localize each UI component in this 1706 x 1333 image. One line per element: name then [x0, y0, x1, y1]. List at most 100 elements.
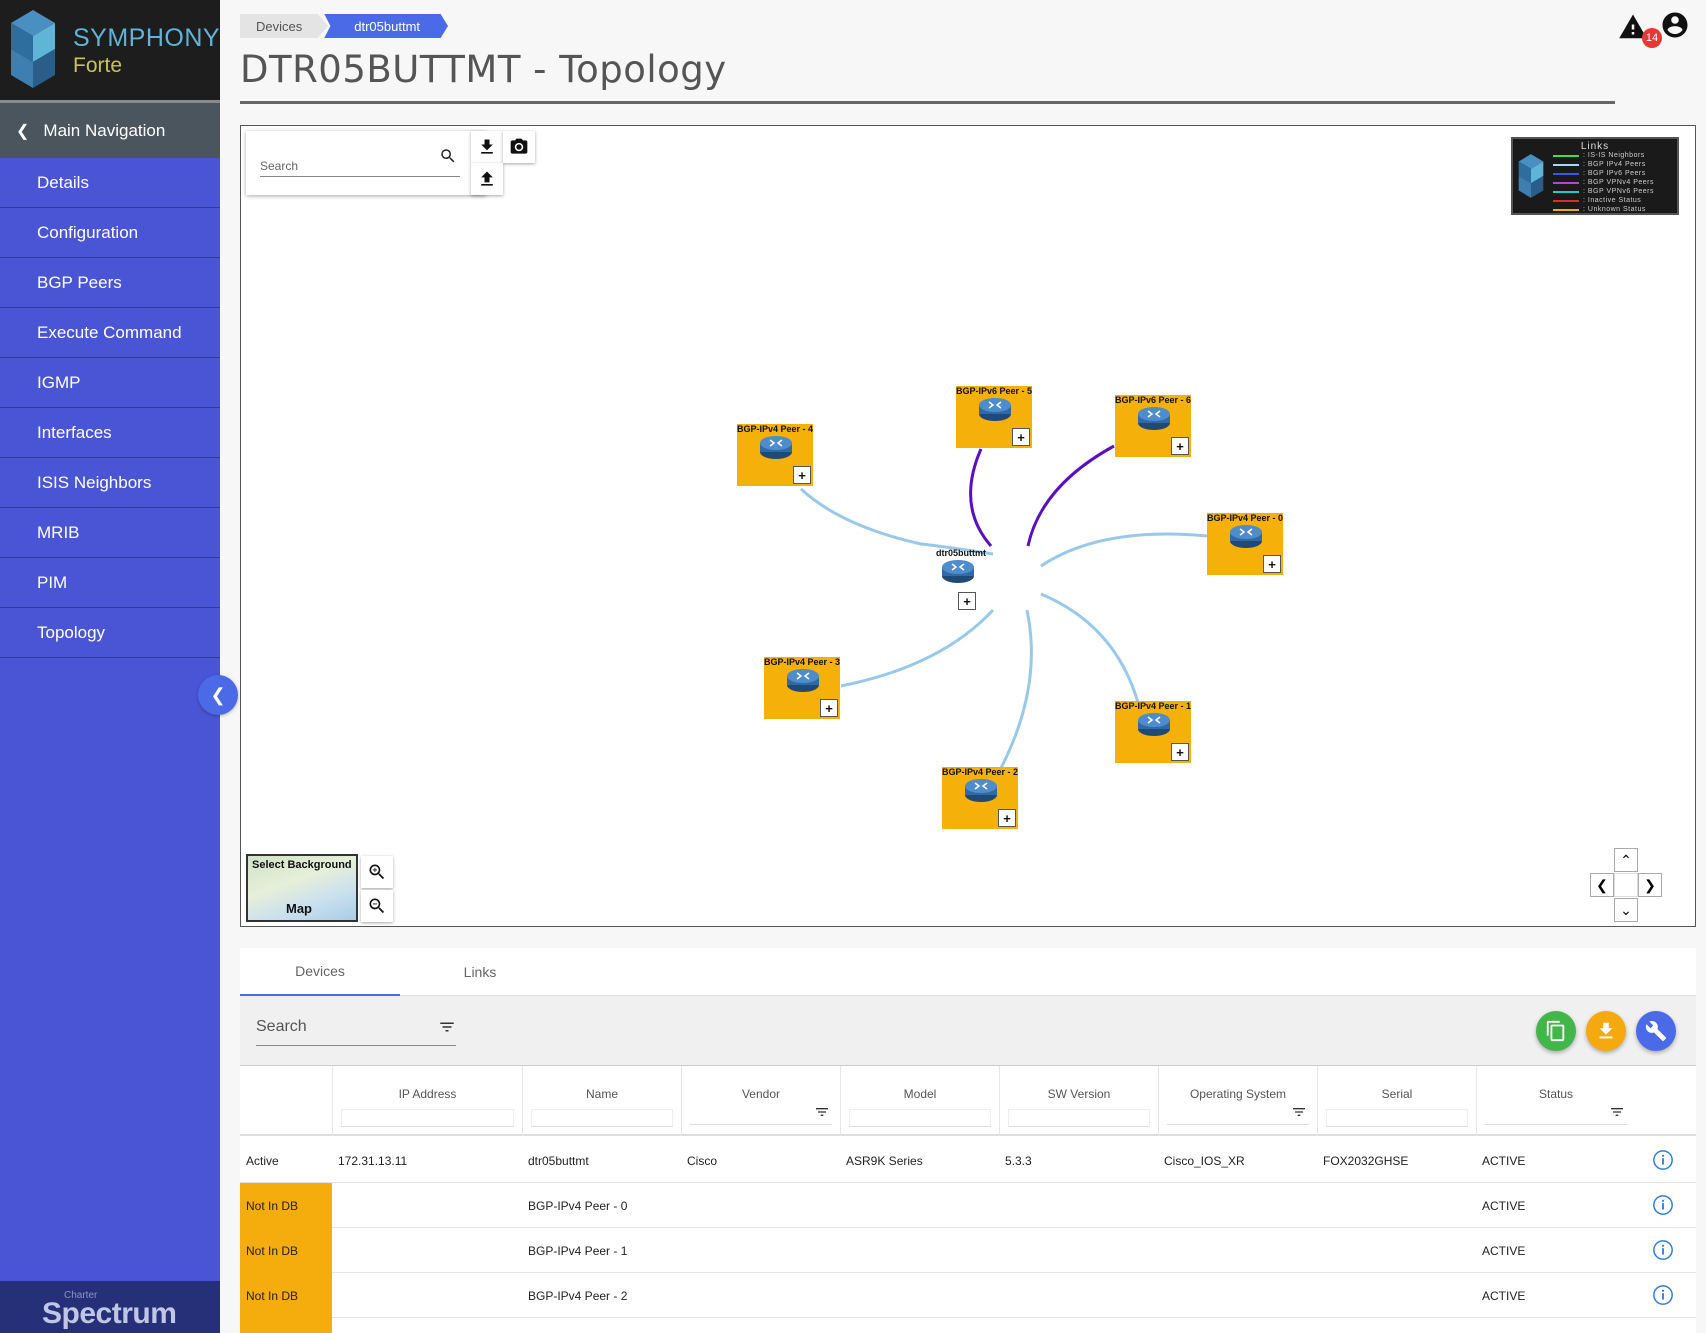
sidebar-item-details[interactable]: Details [0, 158, 220, 208]
column-header-serial[interactable]: Serial [1317, 1066, 1476, 1136]
legend-swatch [1553, 181, 1579, 184]
status-filter-select[interactable] [1485, 1124, 1627, 1125]
column-header-vendor[interactable]: Vendor [681, 1066, 840, 1136]
info-icon[interactable] [1652, 1239, 1674, 1261]
zoom-out-button[interactable] [361, 890, 393, 922]
topology-node[interactable]: BGP-IPv4 Peer - 2 + [942, 767, 1018, 829]
topology-node[interactable]: BGP-IPv4 Peer - 0 + [1207, 513, 1283, 575]
legend-item: : BGP IPv6 Peers [1553, 169, 1646, 178]
sw-version-filter-input[interactable] [1008, 1109, 1150, 1127]
link-peer-2[interactable] [999, 609, 1033, 769]
expand-node-button[interactable]: + [998, 809, 1016, 827]
model-cell [840, 1183, 999, 1228]
topology-canvas[interactable]: Search Links : IS-IS Neighbors : BGP IPv… [240, 125, 1696, 927]
breadcrumb-devices[interactable]: Devices [240, 14, 329, 38]
legend-label: : IS-IS Neighbors [1583, 152, 1645, 159]
vendor-filter-select[interactable] [690, 1124, 832, 1125]
expand-node-button[interactable]: + [1263, 555, 1281, 573]
legend-swatch [1553, 172, 1579, 175]
table-row[interactable]: Not In DB BGP-IPv4 Peer - 0 ACTIVE [240, 1183, 1696, 1228]
link-peer-4[interactable] [799, 487, 994, 556]
sidebar-item-configuration[interactable]: Configuration [0, 208, 220, 258]
tab-devices[interactable]: Devices [240, 948, 400, 996]
export-button[interactable] [1586, 1011, 1626, 1051]
download-topology-button[interactable] [471, 131, 503, 163]
tab-links[interactable]: Links [400, 948, 560, 996]
tools-button[interactable] [1636, 1011, 1676, 1051]
search-icon[interactable] [439, 147, 457, 165]
sidebar-item-mrib[interactable]: MRIB [0, 508, 220, 558]
legend-label: : BGP VPNv4 Peers [1583, 179, 1655, 186]
info-icon[interactable] [1652, 1284, 1674, 1306]
expand-node-button[interactable]: + [1012, 428, 1030, 446]
account-icon[interactable] [1660, 10, 1690, 40]
topology-node[interactable]: BGP-IPv4 Peer - 4 + [737, 424, 813, 486]
main-navigation-button[interactable]: ❮ Main Navigation [0, 100, 220, 158]
link-peer-5[interactable] [969, 448, 993, 547]
breadcrumb-current-device[interactable]: dtr05buttmt [324, 14, 449, 38]
pan-down-button[interactable]: ⌄ [1614, 898, 1638, 922]
select-background-map-button[interactable]: Select Background Map [246, 854, 358, 922]
column-header-status[interactable]: Status [1476, 1066, 1635, 1136]
link-peer-1[interactable] [1040, 592, 1141, 707]
topology-node[interactable]: BGP-IPv6 Peer - 5 + [956, 386, 1032, 448]
column-header-name[interactable]: Name [522, 1066, 681, 1136]
info-icon[interactable] [1652, 1149, 1674, 1171]
topology-node[interactable]: BGP-IPv4 Peer - 1 + [1115, 701, 1191, 763]
pan-right-button[interactable]: ❯ [1638, 873, 1662, 897]
sidebar-item-isis-neighbors[interactable]: ISIS Neighbors [0, 458, 220, 508]
column-header-model[interactable]: Model [840, 1066, 999, 1136]
pan-up-button[interactable]: ⌃ [1614, 848, 1638, 872]
os-filter-select[interactable] [1167, 1124, 1309, 1125]
topology-node[interactable]: BGP-IPv6 Peer - 6 + [1115, 395, 1191, 457]
serial-filter-input[interactable] [1326, 1109, 1468, 1127]
column-header-sw-version[interactable]: SW Version [999, 1066, 1158, 1136]
name-filter-input[interactable] [531, 1109, 673, 1127]
table-row[interactable] [240, 1318, 1696, 1333]
sidebar-item-pim[interactable]: PIM [0, 558, 220, 608]
topology-node[interactable]: BGP-IPv4 Peer - 3 + [764, 657, 840, 719]
grid-search-input[interactable]: Search [256, 1018, 456, 1046]
sidebar-item-topology[interactable]: Topology [0, 608, 220, 658]
brand-header[interactable]: SYMPHONY Forte [0, 0, 220, 100]
expand-node-button[interactable]: + [820, 699, 838, 717]
filter-icon[interactable] [814, 1104, 830, 1120]
table-row[interactable]: Not In DB BGP-IPv4 Peer - 2 ACTIVE [240, 1273, 1696, 1318]
link-peer-0[interactable] [1040, 532, 1208, 568]
pan-left-button[interactable]: ❮ [1590, 873, 1614, 897]
model-filter-input[interactable] [849, 1109, 991, 1127]
sidebar-item-execute-command[interactable]: Execute Command [0, 308, 220, 358]
filter-icon[interactable] [1291, 1104, 1307, 1120]
filter-icon[interactable] [1609, 1104, 1625, 1120]
screenshot-button[interactable] [503, 131, 535, 163]
column-header-operating-system[interactable]: Operating System [1158, 1066, 1317, 1136]
links-legend: Links : IS-IS Neighbors : BGP IPv4 Peers… [1511, 137, 1679, 215]
zoom-in-button[interactable] [361, 856, 393, 888]
filter-icon[interactable] [438, 1018, 456, 1036]
sidebar-item-interfaces[interactable]: Interfaces [0, 408, 220, 458]
grid-header: IP Address Name Vendor Model SW Version … [240, 1066, 1696, 1136]
table-row[interactable]: Active 172.31.13.11 dtr05buttmt Cisco AS… [240, 1138, 1696, 1183]
copy-button[interactable] [1536, 1011, 1576, 1051]
sidebar-item-igmp[interactable]: IGMP [0, 358, 220, 408]
collapse-sidebar-button[interactable]: ❮ [198, 675, 238, 715]
model-cell: ASR9K Series [846, 1153, 923, 1168]
sw-version-cell [999, 1273, 1158, 1318]
expand-node-button[interactable]: + [1171, 743, 1189, 761]
chevron-right-icon: ❯ [1644, 876, 1656, 893]
topology-search-input[interactable]: Search [260, 151, 460, 177]
link-peer-6[interactable] [1026, 444, 1115, 547]
expand-node-button[interactable]: + [958, 592, 976, 610]
sidebar-item-bgp-peers[interactable]: BGP Peers [0, 258, 220, 308]
center-device-node[interactable]: dtr05buttmt + [911, 548, 1011, 610]
expand-node-button[interactable]: + [1171, 437, 1189, 455]
expand-node-button[interactable]: + [793, 466, 811, 484]
upload-topology-button[interactable] [471, 163, 503, 195]
column-header-ip-address[interactable]: IP Address [332, 1066, 522, 1136]
info-icon[interactable] [1652, 1194, 1674, 1216]
table-row[interactable]: Not In DB BGP-IPv4 Peer - 1 ACTIVE [240, 1228, 1696, 1273]
column-label: SW Version [1047, 1087, 1111, 1101]
sidebar-item-label: MRIB [37, 522, 80, 542]
ip-address-filter-input[interactable] [341, 1109, 514, 1127]
link-peer-3[interactable] [840, 608, 995, 688]
